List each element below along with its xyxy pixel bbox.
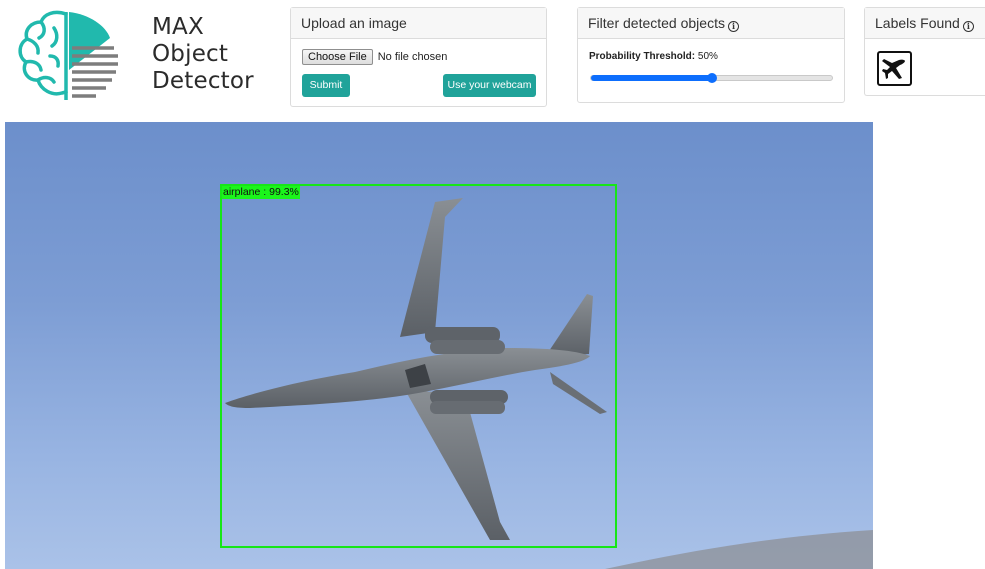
detection-image: airplane : 99.3% [5,122,873,569]
app-title: MAX Object Detector [152,14,254,95]
detection-label: airplane : 99.3% [222,186,300,199]
app-title-line-1: MAX [152,14,204,40]
submit-button[interactable]: Submit [302,74,350,97]
app-title-line-2: Object [152,41,229,67]
detection-bounding-box: airplane : 99.3% [220,184,617,548]
filter-card-title: Filter detected objects [588,15,725,31]
labels-card-title: Labels Found [875,15,960,31]
upload-card: Upload an image Choose File No file chos… [290,7,547,107]
airplane-icon[interactable] [877,51,912,86]
slider-fill [591,75,712,81]
threshold-value: 50% [697,51,718,62]
threshold-slider[interactable] [590,73,833,83]
threshold-label: Probability Threshold: 50% [589,51,718,62]
slider-thumb[interactable] [706,73,717,83]
threshold-label-text: Probability Threshold: [589,51,696,62]
app-title-line-3: Detector [152,68,254,94]
file-input[interactable]: Choose File No file chosen [302,49,447,65]
file-status-text: No file chosen [377,51,448,63]
labels-card-header: Labels Found i [865,8,985,39]
choose-file-button[interactable]: Choose File [302,49,373,65]
filter-card: Filter detected objects i Probability Thr… [577,7,845,103]
filter-card-header: Filter detected objects i [578,8,844,39]
info-icon[interactable]: i [727,21,739,32]
info-icon[interactable]: i [962,21,974,32]
upload-card-title: Upload an image [291,8,546,39]
labels-card: Labels Found i [864,7,985,96]
max-logo [18,10,118,100]
use-webcam-button[interactable]: Use your webcam [443,74,536,97]
